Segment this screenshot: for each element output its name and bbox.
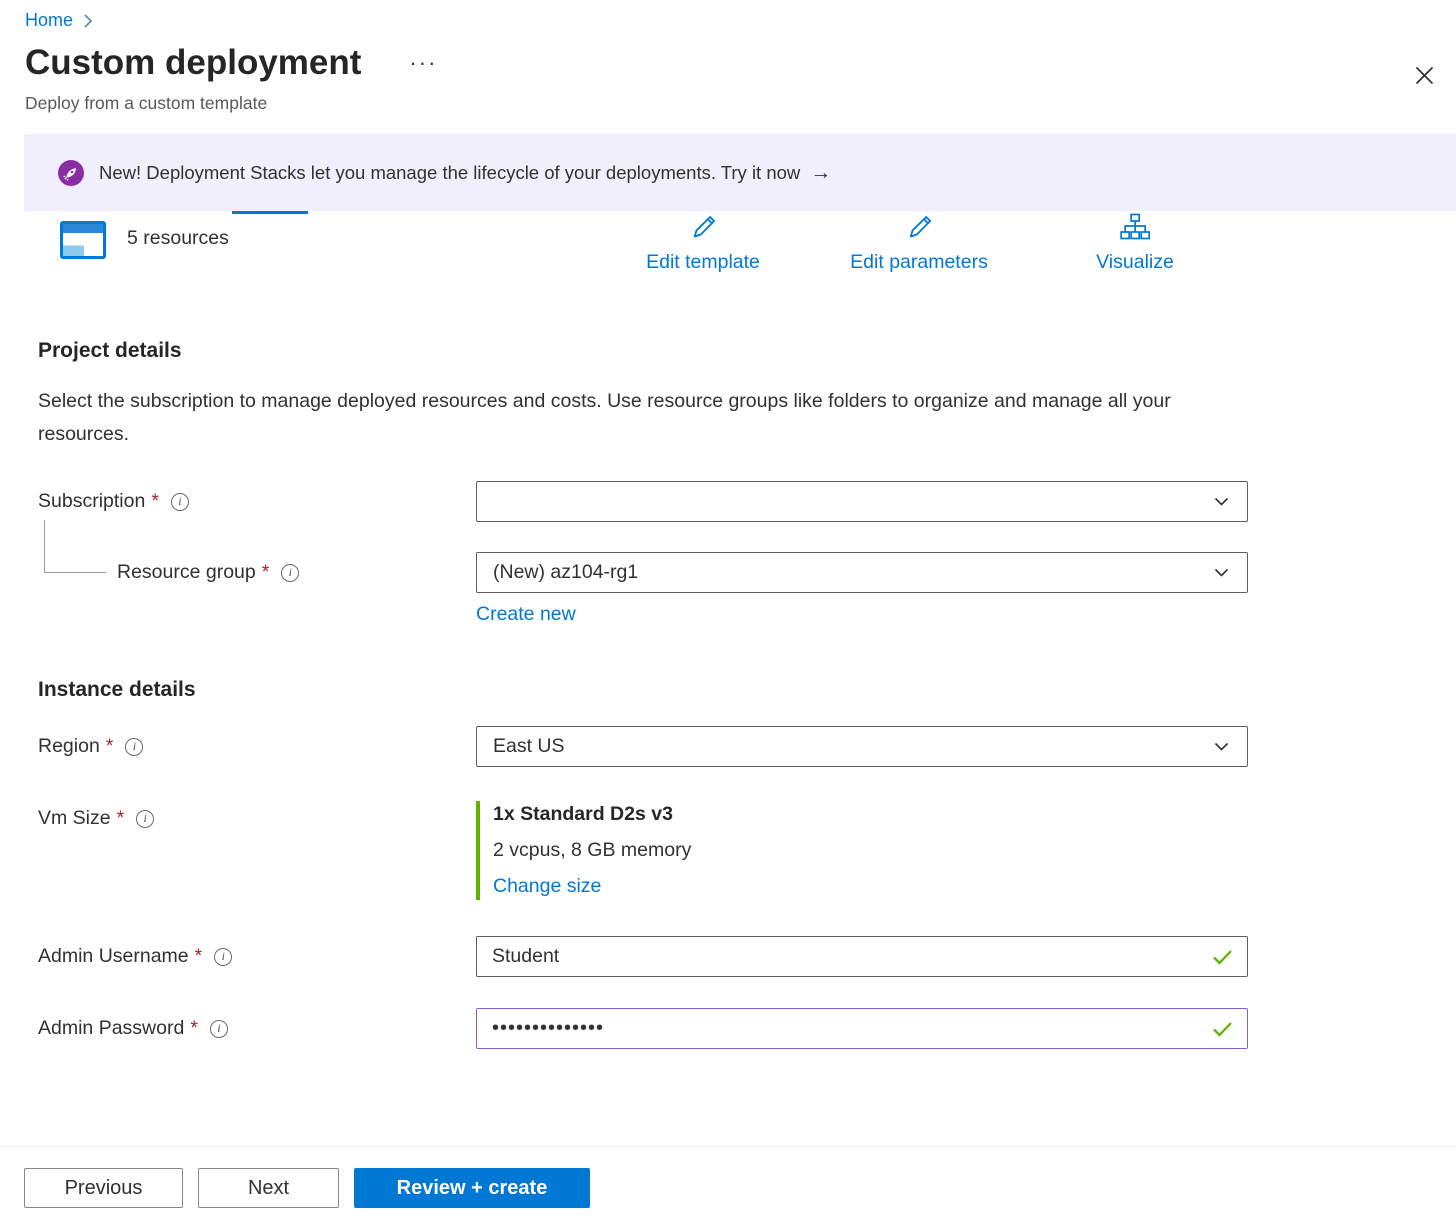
valid-check-icon (1212, 1021, 1233, 1037)
close-icon[interactable] (1415, 66, 1434, 85)
page-subtitle: Deploy from a custom template (0, 93, 1456, 114)
visualize-label: Visualize (1096, 251, 1174, 274)
resources-count-label: 5 resources (127, 227, 229, 250)
info-icon[interactable]: i (281, 564, 299, 582)
required-marker: * (117, 807, 125, 830)
vm-size-summary: 1x Standard D2s v3 2 vcpus, 8 GB memory … (476, 801, 691, 900)
pencil-icon (904, 213, 934, 248)
required-marker: * (151, 490, 159, 513)
vm-size-row: Vm Size * i 1x Standard D2s v3 2 vcpus, … (38, 801, 1248, 900)
edit-parameters-button[interactable]: Edit parameters (850, 213, 988, 274)
admin-username-label: Admin Username (38, 945, 189, 968)
resource-group-row: Resource group * i (New) az104-rg1 (38, 552, 1248, 593)
chevron-down-icon (1214, 742, 1229, 751)
org-chart-icon (1118, 213, 1152, 248)
breadcrumb-chevron-icon (83, 13, 93, 29)
admin-password-input[interactable] (476, 1008, 1248, 1049)
required-marker: * (190, 1017, 198, 1040)
resource-group-value: (New) az104-rg1 (493, 561, 638, 584)
instance-details-heading: Instance details (38, 678, 1248, 702)
edit-parameters-label: Edit parameters (850, 251, 988, 274)
subscription-dropdown[interactable] (476, 481, 1248, 522)
vm-size-label-cell: Vm Size * i (38, 801, 476, 830)
breadcrumb: Home (0, 0, 1456, 31)
admin-username-input[interactable] (476, 936, 1248, 977)
required-marker: * (262, 561, 270, 584)
admin-password-row: Admin Password * i (38, 1008, 1248, 1049)
create-new-link[interactable]: Create new (476, 603, 576, 626)
template-action-bar: 5 resources Edit template Edit parameter… (0, 211, 1456, 291)
subscription-label-cell: Subscription * i (38, 490, 476, 513)
chevron-down-icon (1214, 497, 1229, 506)
clipped-element-fragment (232, 211, 308, 214)
resource-group-dropdown[interactable]: (New) az104-rg1 (476, 552, 1248, 593)
pencil-icon (688, 213, 718, 248)
admin-password-label: Admin Password (38, 1017, 184, 1040)
change-size-link[interactable]: Change size (493, 875, 601, 898)
vm-size-specs: 2 vcpus, 8 GB memory (493, 839, 691, 862)
project-details-heading: Project details (38, 339, 1456, 363)
subscription-label: Subscription (38, 490, 145, 513)
next-button[interactable]: Next (198, 1168, 339, 1208)
valid-check-icon (1212, 949, 1233, 965)
create-new-row: Create new (476, 603, 1248, 626)
edit-template-label: Edit template (646, 251, 760, 274)
page-header: Custom deployment ··· (0, 43, 1456, 83)
previous-button[interactable]: Previous (24, 1168, 183, 1208)
more-options-button[interactable]: ··· (409, 50, 437, 76)
subscription-row: Subscription * i (38, 481, 1248, 522)
region-label: Region (38, 735, 100, 758)
deployment-form: Subscription * i Resource group * i (New… (38, 481, 1248, 1049)
info-icon[interactable]: i (136, 810, 154, 828)
admin-password-label-cell: Admin Password * i (38, 1017, 476, 1040)
admin-username-label-cell: Admin Username * i (38, 945, 476, 968)
region-value: East US (493, 735, 565, 758)
required-marker: * (106, 735, 114, 758)
region-dropdown[interactable]: East US (476, 726, 1248, 767)
tree-connector (44, 520, 106, 573)
footer-actions: Previous Next Review + create (24, 1168, 590, 1208)
region-label-cell: Region * i (38, 735, 476, 758)
arrow-right-icon: → (810, 161, 831, 185)
chevron-down-icon (1214, 568, 1229, 577)
rocket-icon (58, 160, 84, 186)
breadcrumb-home-link[interactable]: Home (25, 10, 73, 31)
banner-message: New! Deployment Stacks let you manage th… (99, 162, 800, 184)
required-marker: * (195, 945, 203, 968)
review-create-button[interactable]: Review + create (354, 1168, 590, 1208)
resource-group-label: Resource group (117, 561, 256, 584)
admin-username-row: Admin Username * i (38, 936, 1248, 977)
region-row: Region * i East US (38, 726, 1248, 767)
vm-size-value: 1x Standard D2s v3 (493, 803, 691, 826)
vm-size-label: Vm Size (38, 807, 111, 830)
deployment-stacks-banner[interactable]: New! Deployment Stacks let you manage th… (24, 134, 1456, 211)
visualize-button[interactable]: Visualize (1096, 213, 1174, 274)
footer-divider (0, 1146, 1456, 1147)
template-icon (60, 221, 106, 259)
info-icon[interactable]: i (214, 948, 232, 966)
edit-template-button[interactable]: Edit template (646, 213, 760, 274)
project-details-description: Select the subscription to manage deploy… (38, 385, 1188, 451)
info-icon[interactable]: i (125, 738, 143, 756)
info-icon[interactable]: i (171, 493, 189, 511)
page-title: Custom deployment (25, 43, 361, 83)
info-icon[interactable]: i (210, 1020, 228, 1038)
